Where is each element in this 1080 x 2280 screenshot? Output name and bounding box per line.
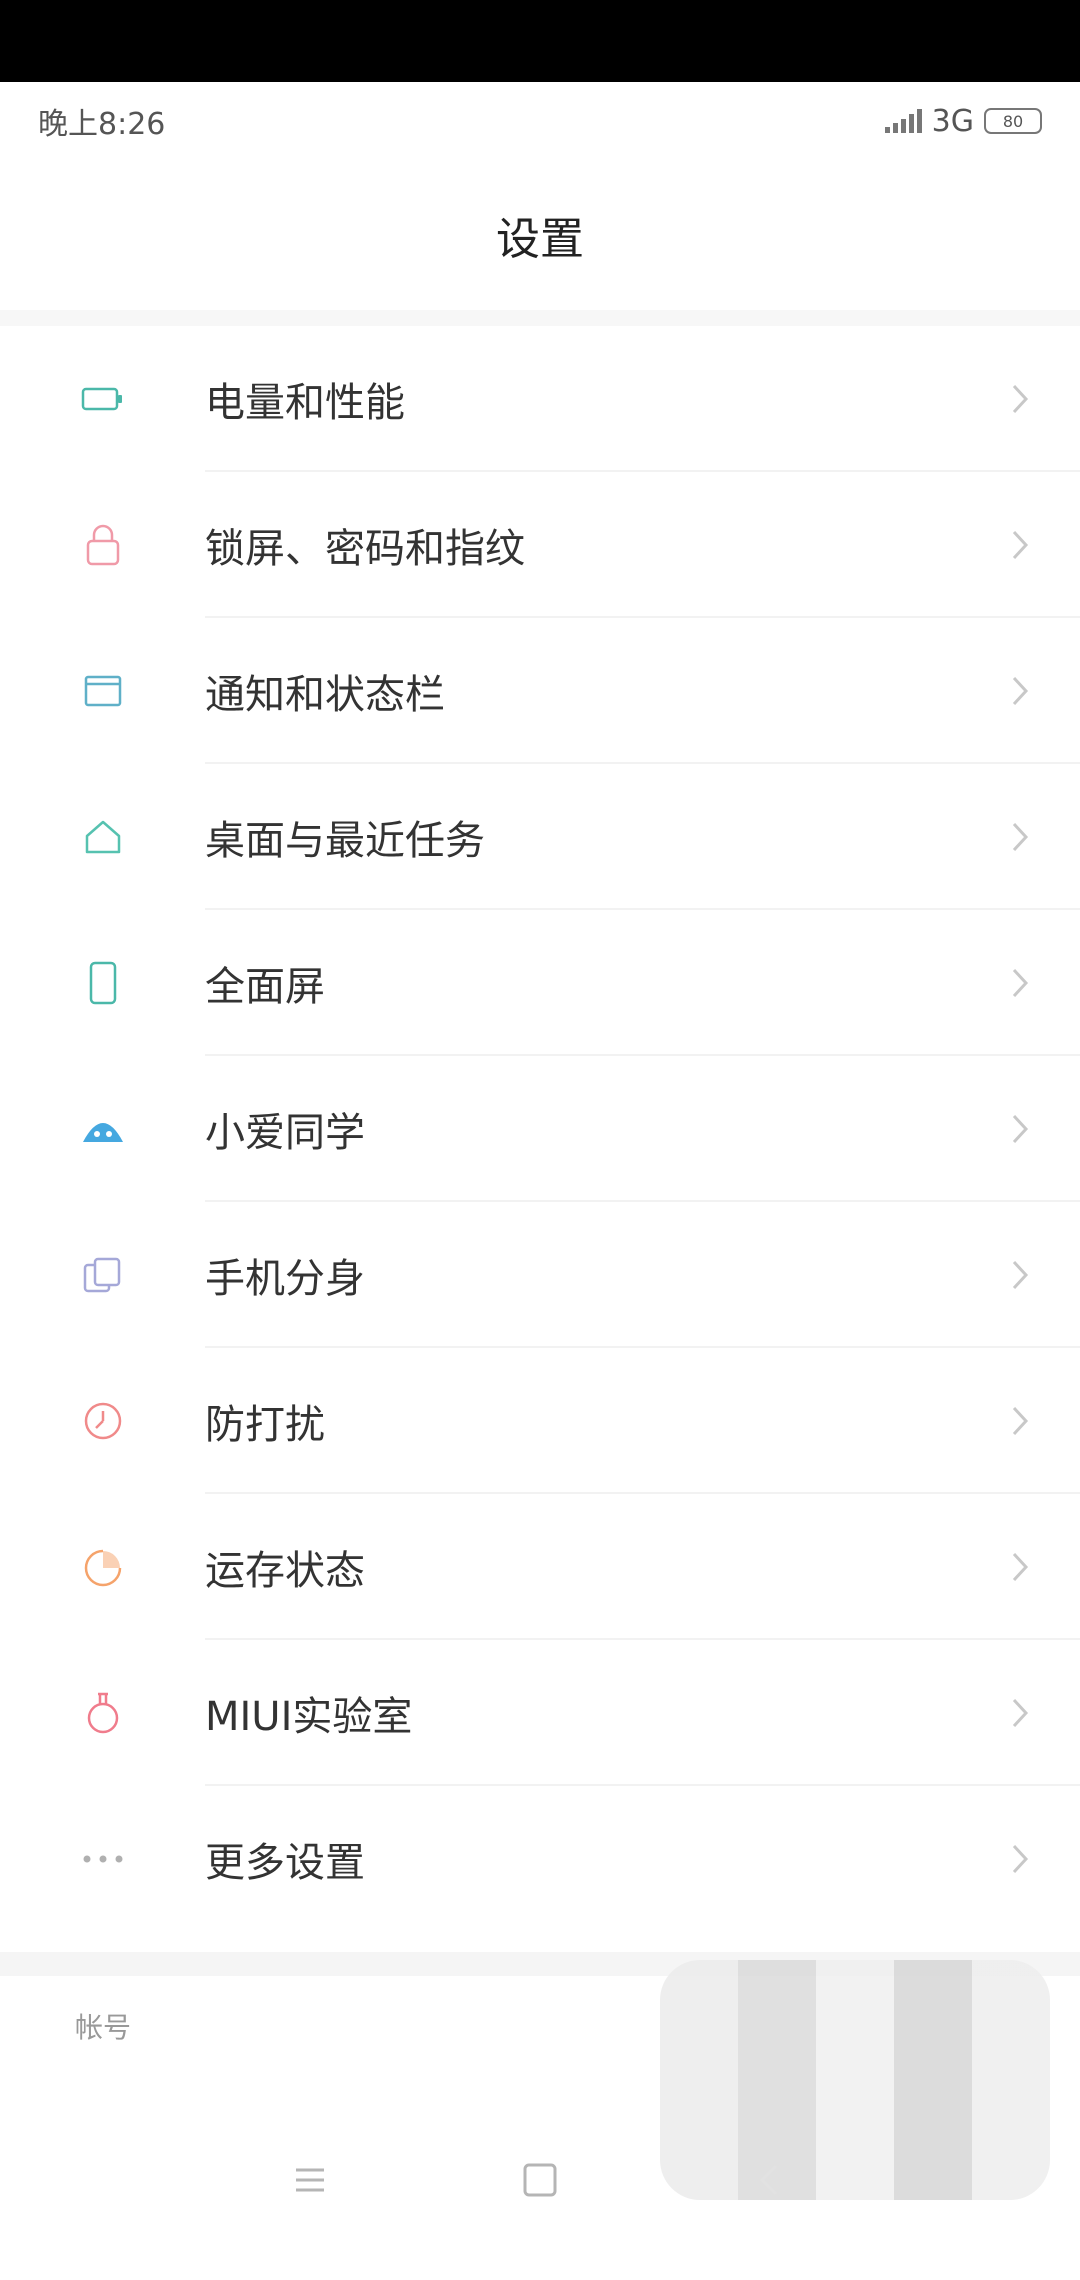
settings-item-label: 锁屏、密码和指纹 <box>205 526 525 572</box>
navigation-bar <box>0 2090 1080 2270</box>
settings-item-do-not-disturb[interactable]: 防打扰 <box>0 1348 1080 1494</box>
status-time: 晚上8:26 <box>38 107 166 142</box>
network-type: 3G <box>931 103 974 139</box>
notification-icon <box>0 673 205 709</box>
settings-item-label: 桌面与最近任务 <box>205 818 485 864</box>
battery-level: 80 <box>1002 111 1024 131</box>
chevron-right-icon <box>960 821 1080 853</box>
settings-item-label: 更多设置 <box>205 1840 365 1886</box>
chevron-right-icon <box>960 1113 1080 1145</box>
chevron-right-icon <box>960 383 1080 415</box>
chevron-right-icon <box>960 1697 1080 1729</box>
phone-icon <box>0 960 205 1006</box>
settings-item-label: 全面屏 <box>205 964 325 1010</box>
settings-item-xiaoai[interactable]: 小爱同学 <box>0 1056 1080 1202</box>
memory-icon <box>0 1546 205 1588</box>
chevron-right-icon <box>960 675 1080 707</box>
assistant-icon <box>0 1112 205 1146</box>
clone-icon <box>0 1255 205 1295</box>
home-icon <box>0 818 205 856</box>
settings-item-memory-status[interactable]: 运存状态 <box>0 1494 1080 1640</box>
page-title: 设置 <box>496 214 584 265</box>
settings-item-full-screen[interactable]: 全面屏 <box>0 910 1080 1056</box>
divider <box>0 310 1080 326</box>
chevron-right-icon <box>960 529 1080 561</box>
settings-item-label: 电量和性能 <box>205 380 405 426</box>
more-icon <box>0 1853 205 1865</box>
signal-icon <box>884 109 922 133</box>
settings-item-battery-performance[interactable]: 电量和性能 <box>0 326 1080 472</box>
settings-item-label: 防打扰 <box>205 1402 325 1448</box>
menu-icon <box>296 2168 324 2192</box>
settings-item-label: MIUI实验室 <box>205 1694 413 1740</box>
settings-item-home-screen[interactable]: 桌面与最近任务 <box>0 764 1080 910</box>
lock-icon <box>0 523 205 567</box>
settings-item-miui-lab[interactable]: MIUI实验室 <box>0 1640 1080 1786</box>
chevron-right-icon <box>960 1551 1080 1583</box>
back-nav-button[interactable] <box>730 2140 810 2220</box>
settings-item-lock-screen[interactable]: 锁屏、密码和指纹 <box>0 472 1080 618</box>
battery-status-icon: 80 <box>984 108 1042 134</box>
settings-item-label: 通知和状态栏 <box>205 672 445 718</box>
settings-list: 电量和性能 锁屏、密码和指纹 通知和状态栏 桌面与最近任务 全面屏 小爱同学 手… <box>0 326 1080 1932</box>
flask-icon <box>0 1690 205 1736</box>
chevron-right-icon <box>960 1843 1080 1875</box>
page-title-bar: 设置 <box>0 160 1080 310</box>
chevron-right-icon <box>960 1405 1080 1437</box>
settings-item-notifications[interactable]: 通知和状态栏 <box>0 618 1080 764</box>
home-nav-button[interactable] <box>500 2140 580 2220</box>
settings-item-label: 手机分身 <box>205 1256 365 1302</box>
settings-item-more-settings[interactable]: 更多设置 <box>0 1786 1080 1932</box>
account-section-label: 帐号 <box>75 2011 132 2044</box>
settings-item-label: 小爱同学 <box>205 1110 365 1156</box>
top-black-band <box>0 0 1080 82</box>
status-indicators: 3G 80 <box>884 103 1042 139</box>
settings-item-second-space[interactable]: 手机分身 <box>0 1202 1080 1348</box>
status-bar: 晚上8:26 3G 80 <box>0 82 1080 160</box>
battery-icon <box>0 385 205 413</box>
clock-icon <box>0 1400 205 1442</box>
chevron-right-icon <box>960 967 1080 999</box>
chevron-right-icon <box>960 1259 1080 1291</box>
menu-nav-button[interactable] <box>270 2140 350 2220</box>
settings-item-label: 运存状态 <box>205 1548 365 1594</box>
back-icon <box>759 2164 778 2196</box>
square-icon <box>523 2163 557 2197</box>
